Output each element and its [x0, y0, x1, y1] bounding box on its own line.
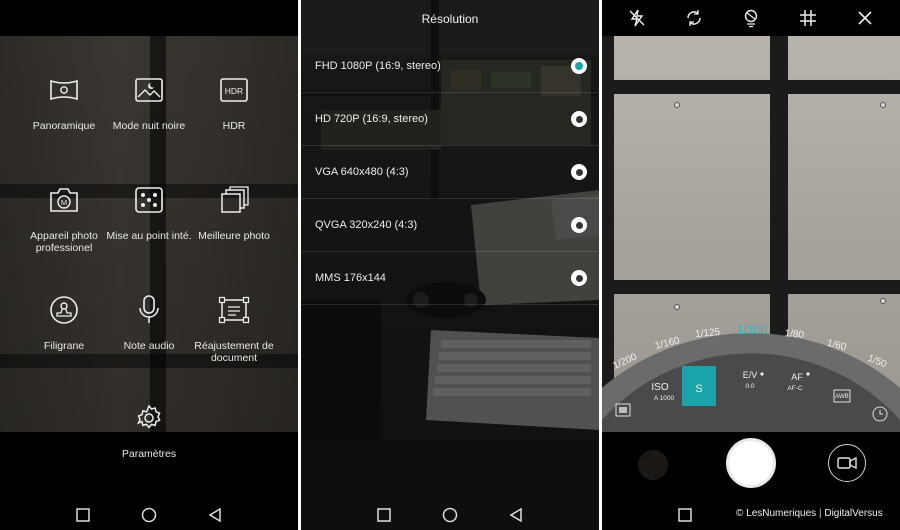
refocus-icon — [131, 182, 167, 218]
mode-label: Réajustement de document — [194, 340, 274, 364]
hdr-icon: HDR — [216, 72, 252, 108]
resolution-panel: Résolution FHD 1080P (16:9, stereo) HD 7… — [301, 0, 599, 530]
system-nav-bar — [301, 500, 599, 530]
rotate-camera-icon[interactable] — [682, 6, 706, 30]
document-adjust-icon — [216, 292, 252, 328]
watermark-left: © LesNumeriques — [736, 508, 817, 519]
watermark-separator: | — [818, 508, 822, 519]
system-nav-bar — [0, 500, 298, 530]
s-label: S — [695, 383, 702, 395]
radio-icon[interactable] — [571, 164, 587, 180]
watermark-stamp-icon — [46, 292, 82, 328]
pro-camera-icon-text: M — [61, 198, 67, 207]
resolution-option-label: QVGA 320x240 (4:3) — [315, 219, 418, 231]
mode-label: Meilleure photo — [198, 230, 270, 242]
resolution-option-label: FHD 1080P (16:9, stereo) — [315, 60, 441, 72]
resolution-option[interactable]: HD 720P (16:9, stereo) — [301, 93, 599, 146]
speed-label: 1/80 — [784, 328, 805, 341]
panorama-icon — [46, 72, 82, 108]
resolution-option[interactable]: MMS 176x144 — [301, 252, 599, 305]
back-icon[interactable] — [206, 506, 224, 524]
flash-off-icon[interactable] — [625, 6, 649, 30]
resolution-option[interactable]: VGA 640x480 (4:3) — [301, 146, 599, 199]
recent-apps-icon[interactable] — [676, 506, 694, 524]
mode-best-photo[interactable]: Meilleure photo — [184, 182, 284, 242]
radio-icon[interactable] — [571, 217, 587, 233]
video-camera-icon[interactable] — [828, 444, 866, 482]
iso-value: A 1000 — [654, 395, 675, 402]
mode-label: HDR — [222, 120, 246, 132]
radio-selected-icon[interactable] — [571, 58, 587, 74]
shutter-button[interactable] — [726, 438, 776, 488]
radio-icon[interactable] — [571, 270, 587, 286]
home-icon[interactable] — [441, 506, 459, 524]
gear-icon — [131, 400, 167, 436]
resolution-option-label: MMS 176x144 — [315, 272, 386, 284]
pro-camera-icon: M — [46, 182, 82, 218]
mode-hdr[interactable]: HDR HDR — [184, 72, 284, 132]
pro-camera-panel: 1/200 1/160 1/125 1/100 1/80 1/60 1/50 I… — [602, 0, 900, 530]
mode-document[interactable]: Réajustement de document — [184, 292, 284, 364]
iso-label: ISO — [651, 382, 668, 393]
awb-label: AWB — [835, 394, 848, 400]
ev-value: 0.0 — [745, 383, 754, 390]
best-photo-icon — [216, 182, 252, 218]
af-label: AF — [791, 372, 803, 382]
speed-label-selected: 1/100 — [737, 323, 767, 337]
resolution-title: Résolution — [421, 12, 479, 26]
mode-label: Paramètres — [121, 448, 177, 460]
af-value: AF-C — [787, 385, 802, 392]
filter-icon[interactable] — [739, 6, 763, 30]
close-icon[interactable] — [853, 6, 877, 30]
resolution-option-label: HD 720P (16:9, stereo) — [315, 113, 428, 125]
back-icon[interactable] — [507, 506, 525, 524]
camera-top-bar — [602, 0, 900, 36]
gallery-thumbnail[interactable] — [638, 450, 668, 480]
mode-settings[interactable]: Paramètres — [99, 400, 199, 460]
microphone-icon — [131, 292, 167, 328]
resolution-option-label: VGA 640x480 (4:3) — [315, 166, 409, 178]
resolution-option[interactable]: QVGA 320x240 (4:3) — [301, 199, 599, 252]
watermark-right: DigitalVersus — [824, 508, 883, 519]
home-icon[interactable] — [140, 506, 158, 524]
ev-label: E/V — [743, 370, 758, 380]
recent-apps-icon[interactable] — [375, 506, 393, 524]
watermark-credit: © LesNumeriques | DigitalVersus — [736, 508, 883, 519]
recent-apps-icon[interactable] — [74, 506, 92, 524]
modes-panel: Panoramique Mode nuit noire HDR HDR M Ap… — [0, 0, 298, 530]
radio-icon[interactable] — [571, 111, 587, 127]
hdr-icon-text: HDR — [225, 86, 243, 96]
shutter-speed-dial[interactable]: 1/200 1/160 1/125 1/100 1/80 1/60 1/50 I… — [602, 300, 900, 432]
resolution-option[interactable]: FHD 1080P (16:9, stereo) — [301, 40, 599, 93]
grid-icon[interactable] — [796, 6, 820, 30]
night-mode-icon — [131, 72, 167, 108]
